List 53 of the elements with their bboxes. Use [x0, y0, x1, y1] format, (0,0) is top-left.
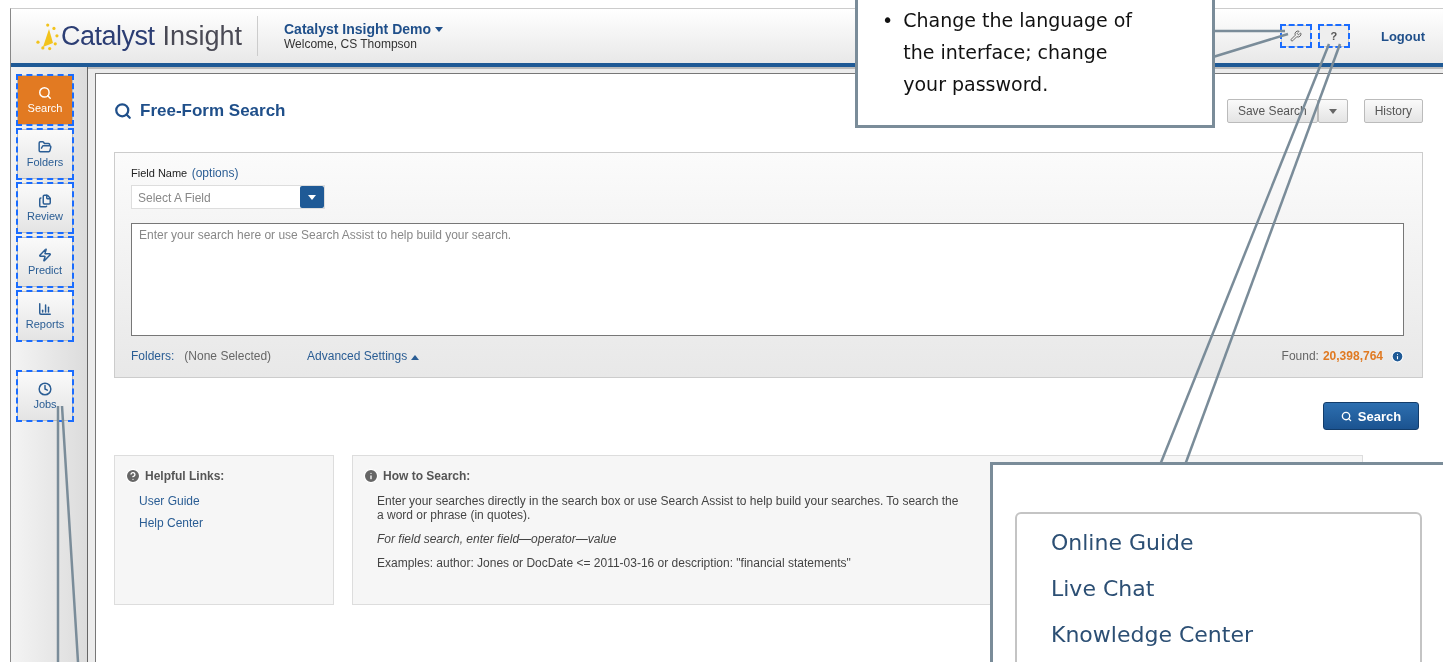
caret-icon: [1328, 108, 1337, 114]
info-icon: [363, 468, 379, 484]
instruction-text: Enter your searches directly in the search box or use Search Assist to help build your searches. To search the: [377, 494, 959, 508]
dropdown-button[interactable]: [1317, 99, 1348, 123]
bullet: •: [882, 8, 894, 33]
examples-text: Examples: author: Jones or DocDate <= 2011-03-16 or description: "financial statements": [377, 556, 851, 570]
panel-title: Helpful Links:: [145, 469, 225, 483]
welcome-text: Welcome, CS Thompson: [284, 37, 418, 51]
caret-icon: [308, 194, 316, 200]
help-link[interactable]: Help Center: [139, 516, 323, 530]
callout-text: Change the language of the interface; change your password.: [903, 8, 1134, 97]
folder-icon: [38, 140, 52, 154]
field-search-hint: For field search, enter field—operator—value: [377, 532, 617, 546]
search-icon: [38, 86, 52, 100]
menu-item[interactable]: Live Chat: [1051, 572, 1420, 606]
caret-icon: [435, 26, 444, 32]
search-icon: [114, 102, 132, 120]
info-icon: [1391, 349, 1404, 363]
settings-button[interactable]: [1280, 25, 1311, 47]
bar-chart-icon: [38, 302, 52, 316]
caret-icon: [410, 355, 419, 361]
sidebar-item[interactable]: Reports: [17, 291, 73, 341]
help-icon: [125, 468, 141, 484]
found-label: Found:: [1281, 349, 1319, 364]
sidebar-item[interactable]: Folders: [17, 129, 73, 179]
instruction-text: a word or phrase (in quotes).: [377, 508, 531, 522]
search-input[interactable]: Enter your search here or use Search Assist to help build your search.: [131, 223, 1404, 336]
sidebar-item[interactable]: Review: [17, 183, 73, 233]
page-title: Free-Form Search: [140, 101, 287, 121]
folders-link[interactable]: Folders:: [131, 349, 175, 364]
options-link[interactable]: (options): [191, 166, 239, 180]
panel-title: How to Search:: [383, 469, 471, 483]
found-count: 20,398,764: [1322, 349, 1383, 364]
folders-value: (None Selected): [184, 349, 272, 364]
history-button[interactable]: History: [1363, 99, 1423, 123]
clock-icon: [38, 382, 52, 396]
sunburst-icon: [35, 21, 59, 51]
documents-icon: [38, 194, 52, 208]
sidebar-item[interactable]: Jobs: [17, 371, 73, 421]
logout-link[interactable]: Logout: [1380, 28, 1425, 44]
menu-item[interactable]: Knowledge Center: [1051, 618, 1420, 652]
wrench-icon: [1289, 30, 1302, 42]
lightning-icon: [38, 248, 52, 262]
advanced-settings-link[interactable]: Advanced Settings: [307, 349, 419, 364]
field-select[interactable]: Select A Field: [131, 185, 325, 210]
field-label: Field Name: [131, 167, 188, 179]
logo: Catalyst Insight: [35, 16, 258, 56]
sidebar-item[interactable]: Predict: [17, 237, 73, 287]
search-button[interactable]: Search: [1323, 402, 1419, 430]
help-button[interactable]: ?: [1318, 25, 1349, 47]
search-icon: [1340, 410, 1352, 422]
help-link[interactable]: User Guide: [139, 494, 323, 508]
menu-item[interactable]: Online Guide: [1051, 526, 1420, 560]
